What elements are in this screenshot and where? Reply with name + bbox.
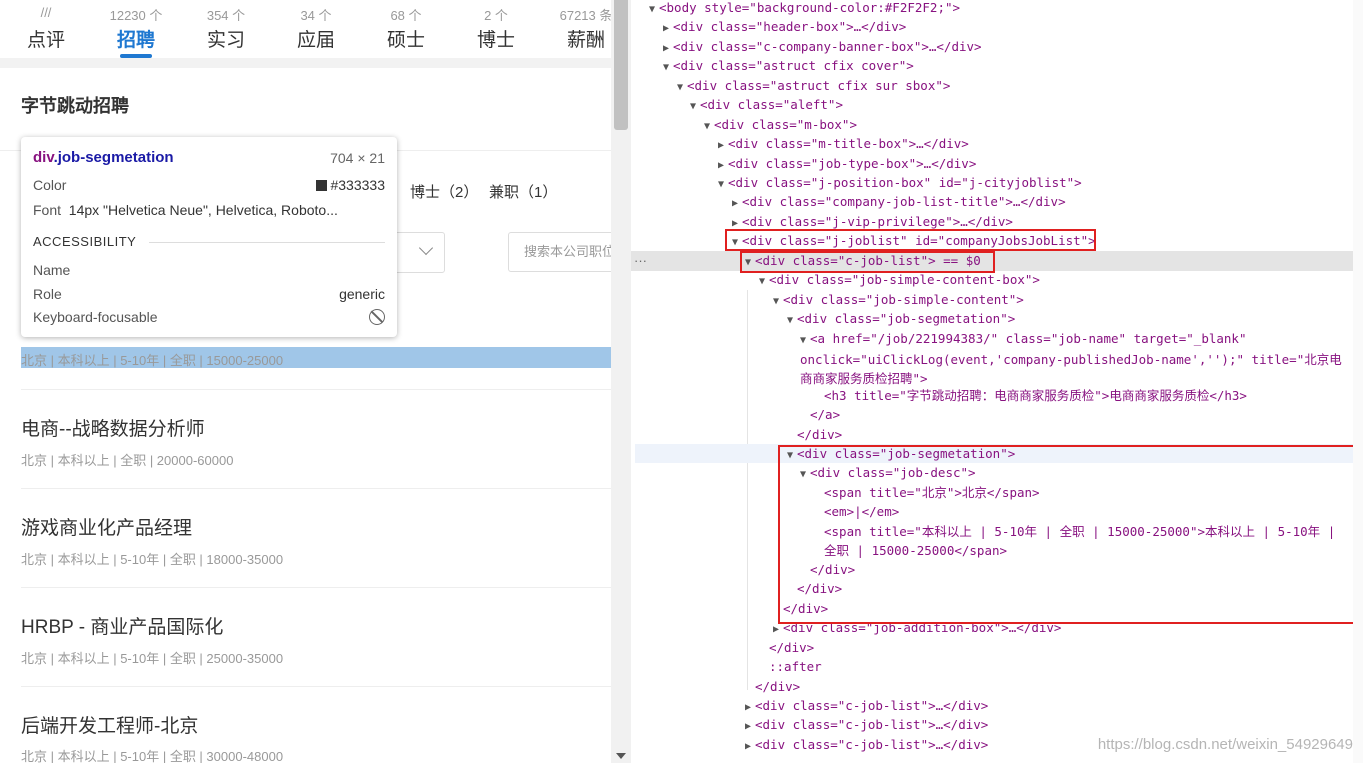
tooltip-color-row: Color #333333 — [33, 177, 385, 193]
annotation-box — [725, 229, 1096, 251]
tab-masters[interactable]: 68 个硕士 — [361, 0, 451, 58]
tab-count: 12230 个 — [109, 8, 163, 23]
indent-guide — [747, 290, 748, 690]
dom-node[interactable]: ▼ <a href="/job/221994383/" class="job-na… — [800, 329, 1352, 387]
dom-node[interactable]: ▶ <div class="company-job-list-title">…</… — [732, 192, 1066, 211]
dom-node[interactable]: ▼ <div class="m-box"> — [704, 115, 857, 134]
dom-node[interactable]: ▶ <div class="c-job-list">…</div> — [745, 735, 988, 754]
dom-node[interactable]: ▶ <div class="header-box">…</div> — [663, 17, 906, 36]
job-desc: 北京 | 本科以上 | 5-10年 | 全职 | 15000-25000 — [21, 353, 284, 368]
tooltip-role-row: Role generic — [33, 286, 385, 302]
page-title: 字节跳动招聘 — [21, 96, 129, 116]
divider — [21, 488, 611, 489]
dom-node[interactable]: ▶ <div class="job-type-box">…</div> — [718, 154, 976, 173]
divider — [21, 587, 611, 588]
job-desc: 北京 | 本科以上 | 5-10年 | 全职 | 25000-35000 — [21, 651, 284, 666]
inspect-tooltip: div.job-segmetation 704 × 21 Color #33333… — [21, 137, 397, 337]
not-focusable-icon — [369, 309, 385, 325]
tab-jobs[interactable]: 12230 个招聘 — [91, 0, 181, 58]
tab-count: 67213 条 — [559, 8, 611, 23]
devtools-scrollbar[interactable] — [1353, 0, 1363, 763]
dom-node[interactable]: ▼ <div class="astruct cfix sur sbox"> — [677, 76, 950, 95]
job-desc: 北京 | 本科以上 | 全职 | 20000-60000 — [21, 453, 234, 468]
job-desc: 北京 | 本科以上 | 5-10年 | 全职 | 30000-48000 — [21, 749, 284, 763]
annotation-box — [740, 251, 995, 273]
tab-graduate[interactable]: 34 个应届 — [271, 0, 361, 58]
dom-node[interactable]: ▼ <div class="j-position-box" id="j-cityj… — [718, 173, 1082, 192]
dom-node[interactable]: ▼ <div class="astruct cfix cover"> — [663, 56, 914, 75]
tooltip-font-row: Font 14px "Helvetica Neue", Helvetica, R… — [33, 202, 338, 218]
tab-label: 硕士 — [386, 30, 425, 51]
tab-label: 薪酬 — [566, 30, 605, 51]
dom-node[interactable]: ▶ <div class="c-company-banner-box">…</di… — [663, 37, 982, 56]
tab-label: 博士 — [476, 30, 515, 51]
tab-count: 354 个 — [206, 8, 246, 23]
tab-label: 实习 — [206, 30, 245, 51]
color-swatch — [316, 180, 328, 191]
filter-phd[interactable]: 博士（2） — [410, 181, 478, 202]
dom-node[interactable]: ▶ <div class="c-job-list">…</div> — [745, 715, 988, 734]
scrollbar-thumb[interactable] — [614, 0, 628, 130]
tab-label: 点评 — [26, 30, 65, 51]
tab-label: 应届 — [296, 30, 335, 51]
divider — [21, 686, 611, 687]
annotation-box — [778, 445, 1357, 624]
tooltip-name-row: Name — [33, 262, 71, 278]
tab-reviews[interactable]: /// 点评 — [1, 0, 91, 58]
tab-count: 2 个 — [484, 8, 508, 23]
scroll-down-arrow-icon[interactable] — [616, 753, 626, 759]
dom-node-pseudo[interactable]: ::after — [769, 657, 822, 676]
dom-node[interactable]: </div> — [769, 638, 814, 657]
more-options-icon[interactable]: ··· — [634, 251, 647, 271]
divider — [149, 242, 385, 243]
dom-node[interactable]: </a> — [810, 405, 840, 424]
category-tabs: /// 点评 12230 个招聘 354 个实习 34 个应届 68 个硕士 2 … — [0, 0, 611, 58]
dom-node[interactable]: ▶ <div class="c-job-list">…</div> — [745, 696, 988, 715]
dom-node[interactable]: </div> — [797, 425, 842, 444]
dom-node[interactable]: ▼ <div class="aleft"> — [690, 95, 843, 114]
dom-node[interactable]: ▼ <div class="job-segmetation"> — [787, 309, 1015, 328]
job-search-input[interactable]: 搜索本公司职位 — [508, 232, 611, 272]
tab-count: 68 个 — [390, 8, 422, 23]
dom-node[interactable]: ▼ <div class="job-simple-content"> — [773, 290, 1024, 309]
job-title-link[interactable]: 电商--战略数据分析师 — [21, 414, 205, 441]
tooltip-focus-row: Keyboard-focusable — [33, 309, 158, 325]
accessibility-heading: ACCESSIBILITY — [33, 234, 137, 249]
job-title-link[interactable]: 后端开发工程师-北京 — [21, 711, 198, 738]
job-title-link[interactable]: HRBP - 商业产品国际化 — [21, 612, 223, 639]
filter-parttime[interactable]: 兼职（1） — [489, 181, 557, 202]
job-title-link[interactable]: 游戏商业化产品经理 — [21, 513, 192, 540]
tab-count: 34 个 — [300, 8, 332, 23]
dom-node[interactable]: </div> — [755, 677, 800, 696]
tab-salary[interactable]: 67213 条薪酬 — [541, 0, 611, 58]
dom-node[interactable]: ▼ <body style="background-color:#F2F2F2;"… — [649, 0, 960, 17]
devtools-elements-panel: ··· ▼ <body style="background-color:#F2F2… — [631, 0, 1363, 763]
tooltip-element-size: 704 × 21 — [330, 150, 385, 166]
page-scrollbar[interactable] — [611, 0, 631, 763]
tab-label: 招聘 — [116, 30, 155, 51]
tab-internship[interactable]: 354 个实习 — [181, 0, 271, 58]
tab-count: /// — [40, 5, 52, 20]
web-page-viewport: /// 点评 12230 个招聘 354 个实习 34 个应届 68 个硕士 2 … — [0, 0, 611, 763]
watermark: https://blog.csdn.net/weixin_54929649 — [1097, 736, 1353, 753]
divider — [21, 389, 611, 390]
tab-phd[interactable]: 2 个博士 — [451, 0, 541, 58]
chevron-down-icon — [418, 240, 434, 256]
tooltip-element-name: div.job-segmetation — [33, 149, 174, 166]
dom-node[interactable]: <h3 title="字节跳动招聘：电商商家服务质检">电商商家服务质检</h3… — [824, 386, 1247, 405]
dom-node[interactable]: ▶ <div class="m-title-box">…</div> — [718, 134, 969, 153]
job-desc: 北京 | 本科以上 | 5-10年 | 全职 | 18000-35000 — [21, 552, 284, 567]
